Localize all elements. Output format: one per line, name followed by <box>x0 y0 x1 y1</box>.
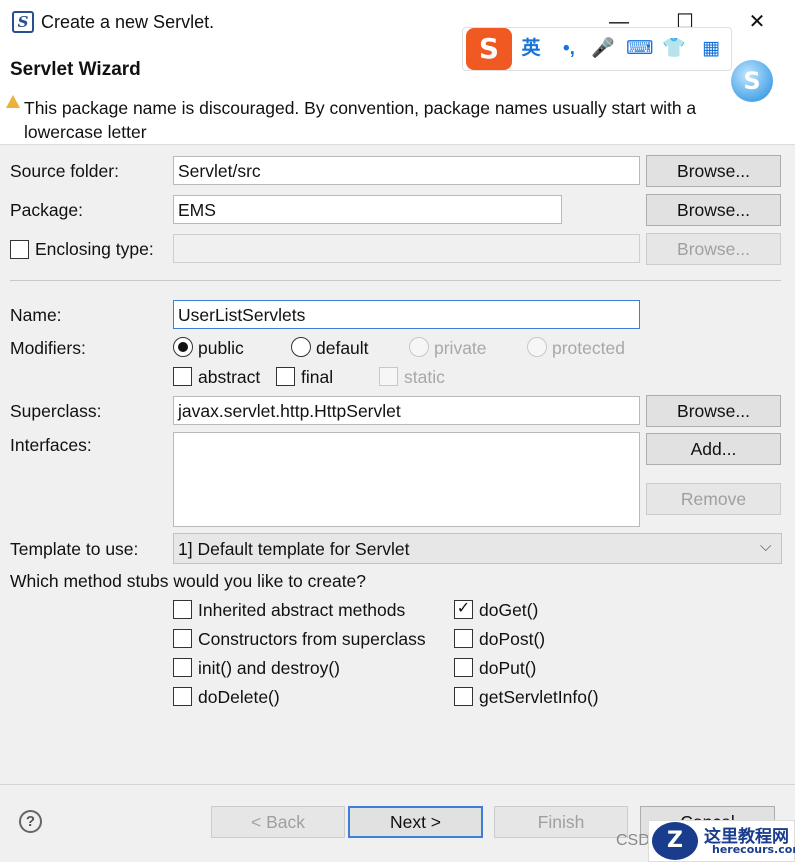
checkmark-icon: ✓ <box>456 600 471 617</box>
superclass-field[interactable]: javax.servlet.http.HttpServlet <box>173 396 640 425</box>
source-folder-field[interactable]: Servlet/src <box>173 156 640 185</box>
watermark-logo-icon: Z <box>652 822 698 860</box>
name-field[interactable]: UserListServlets <box>173 300 640 329</box>
modifier-public-label: public <box>198 338 244 358</box>
next-button[interactable]: Next > <box>348 806 483 838</box>
separator <box>10 280 781 281</box>
finish-button: Finish <box>494 806 628 838</box>
microphone-icon[interactable]: 🎤 <box>590 36 616 62</box>
stub-do-delete-checkbox[interactable] <box>173 687 192 706</box>
source-folder-browse-button[interactable]: Browse... <box>646 155 781 187</box>
modifier-default-radio[interactable] <box>291 337 311 357</box>
stub-inherited-checkbox[interactable] <box>173 600 192 619</box>
stub-do-delete-label: doDelete() <box>198 687 280 707</box>
enclosing-type-field <box>173 234 640 263</box>
enclosing-type-browse-button: Browse... <box>646 233 781 265</box>
ime-punctuation-icon[interactable]: •, <box>556 36 582 62</box>
warning-message: This package name is discouraged. By con… <box>24 98 697 142</box>
stub-init-destroy-checkbox[interactable] <box>173 658 192 677</box>
modifier-protected-radio <box>527 337 547 357</box>
superclass-browse-button[interactable]: Browse... <box>646 395 781 427</box>
modifier-private-radio <box>409 337 429 357</box>
stub-init-destroy-label: init() and destroy() <box>198 658 340 678</box>
keyboard-icon[interactable]: ⌨ <box>626 36 653 62</box>
template-select[interactable]: 1] Default template for Servlet <box>173 533 782 564</box>
stub-do-get-checkbox[interactable]: ✓ <box>454 600 473 619</box>
warning-icon <box>6 95 20 108</box>
modifier-private-label: private <box>434 338 487 358</box>
source-folder-label: Source folder: <box>10 161 119 181</box>
package-field[interactable]: EMS <box>173 195 562 224</box>
stubs-question: Which method stubs would you like to cre… <box>10 571 367 591</box>
superclass-label: Superclass: <box>10 401 102 421</box>
csdn-watermark: CSD <box>616 832 650 849</box>
window-title: Create a new Servlet. <box>41 12 215 32</box>
skin-icon[interactable]: 👕 <box>661 36 687 62</box>
modifier-final-label: final <box>301 367 334 387</box>
stub-do-post-label: doPost() <box>479 629 546 649</box>
eclipse-app-icon: S <box>12 11 34 33</box>
modifier-public-radio[interactable] <box>173 337 193 357</box>
stub-get-servlet-info-checkbox[interactable] <box>454 687 473 706</box>
template-label: Template to use: <box>10 539 139 559</box>
modifier-abstract-label: abstract <box>198 367 261 387</box>
interfaces-remove-button: Remove <box>646 483 781 515</box>
close-button[interactable]: ✕ <box>734 4 780 40</box>
watermark-url: herecours.com <box>712 843 795 856</box>
modifiers-label: Modifiers: <box>10 338 86 358</box>
back-button: < Back <box>211 806 345 838</box>
modifier-default-label: default <box>316 338 369 358</box>
stub-constructors-label: Constructors from superclass <box>198 629 426 649</box>
enclosing-type-checkbox[interactable] <box>10 240 29 259</box>
interfaces-label: Interfaces: <box>10 435 92 455</box>
sogou-logo-icon[interactable]: S <box>466 28 512 70</box>
wizard-title: Servlet Wizard <box>10 59 141 80</box>
modifier-abstract-checkbox[interactable] <box>173 367 192 386</box>
package-browse-button[interactable]: Browse... <box>646 194 781 226</box>
apps-grid-icon[interactable]: ▦ <box>698 36 724 62</box>
stub-do-post-checkbox[interactable] <box>454 629 473 648</box>
stub-do-put-checkbox[interactable] <box>454 658 473 677</box>
enclosing-type-label: Enclosing type: <box>35 239 154 259</box>
interfaces-add-button[interactable]: Add... <box>646 433 781 465</box>
modifier-static-checkbox <box>379 367 398 386</box>
package-label: Package: <box>10 200 83 220</box>
help-icon[interactable]: ? <box>19 810 42 833</box>
modifier-final-checkbox[interactable] <box>276 367 295 386</box>
stub-constructors-checkbox[interactable] <box>173 629 192 648</box>
stub-do-put-label: doPut() <box>479 658 537 678</box>
interfaces-list[interactable] <box>173 432 640 527</box>
ime-floating-ball-icon[interactable]: S <box>731 60 773 102</box>
chevron-down-icon: ⌵ <box>760 538 772 555</box>
stub-get-servlet-info-label: getServletInfo() <box>479 687 599 707</box>
name-label: Name: <box>10 305 62 325</box>
stub-do-get-label: doGet() <box>479 600 539 620</box>
stub-inherited-label: Inherited abstract methods <box>198 600 406 620</box>
modifier-static-label: static <box>404 367 445 387</box>
ime-language-toggle[interactable]: 英 <box>518 36 544 62</box>
modifier-protected-label: protected <box>552 338 625 358</box>
